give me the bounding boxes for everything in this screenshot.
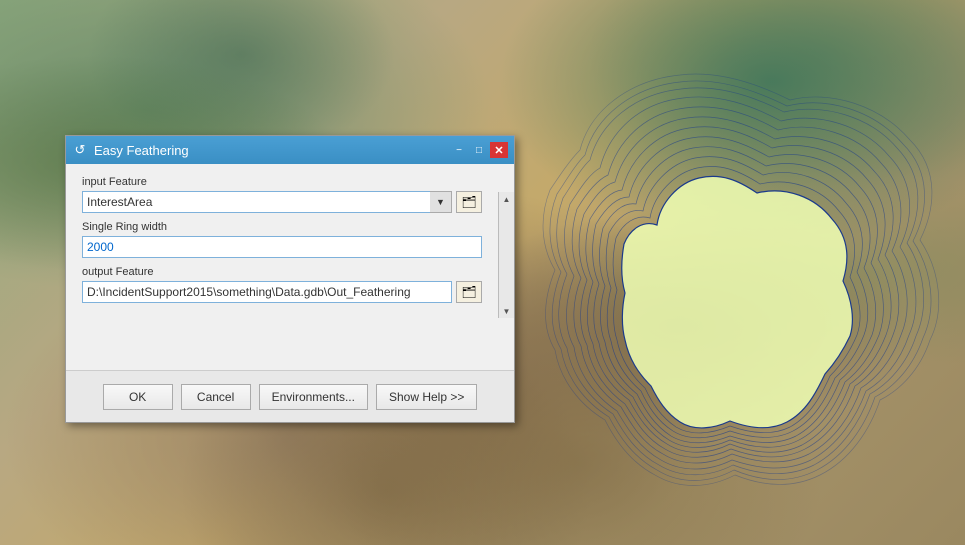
dialog-app-icon: ↺ [72,142,88,158]
body-spacer [82,303,482,358]
input-feature-label: input Feature [82,176,482,188]
dialog-title: Easy Feathering [94,143,189,158]
input-feature-dropdown-arrow[interactable]: ▼ [430,191,452,213]
output-feature-row: 🗂 [82,281,482,303]
output-feature-input[interactable] [82,281,452,303]
input-feature-input[interactable] [82,191,452,213]
input-feature-row: ▼ 🗂 [82,191,482,213]
dialog-footer: OK Cancel Environments... Show Help >> [66,370,514,422]
scroll-down-arrow[interactable]: ▼ [501,304,513,318]
environments-button[interactable]: Environments... [259,384,368,410]
dialog-titlebar: ↺ Easy Feathering − □ ✕ [66,136,514,164]
single-ring-width-label: Single Ring width [82,221,482,233]
show-help-button[interactable]: Show Help >> [376,384,477,410]
output-feature-folder-button[interactable]: 🗂 [456,281,482,303]
scroll-up-arrow[interactable]: ▲ [501,192,513,206]
titlebar-left: ↺ Easy Feathering [72,142,189,158]
ok-button[interactable]: OK [103,384,173,410]
close-button[interactable]: ✕ [490,142,508,158]
output-feature-label: output Feature [82,266,482,278]
single-ring-width-input[interactable] [82,236,482,258]
dialog-window-controls: − □ ✕ [450,142,508,158]
input-feature-combo-wrapper: ▼ [82,191,452,213]
cancel-button[interactable]: Cancel [181,384,251,410]
easy-feathering-dialog: ↺ Easy Feathering − □ ✕ input Feature ▼ … [65,135,515,423]
feathering-visualization [520,30,940,510]
input-feature-folder-button[interactable]: 🗂 [456,191,482,213]
dialog-scrollbar[interactable]: ▲ ▼ [498,192,514,318]
dialog-body: input Feature ▼ 🗂 Single Ring width outp… [66,164,498,370]
minimize-button[interactable]: − [450,142,468,158]
maximize-button[interactable]: □ [470,142,488,158]
